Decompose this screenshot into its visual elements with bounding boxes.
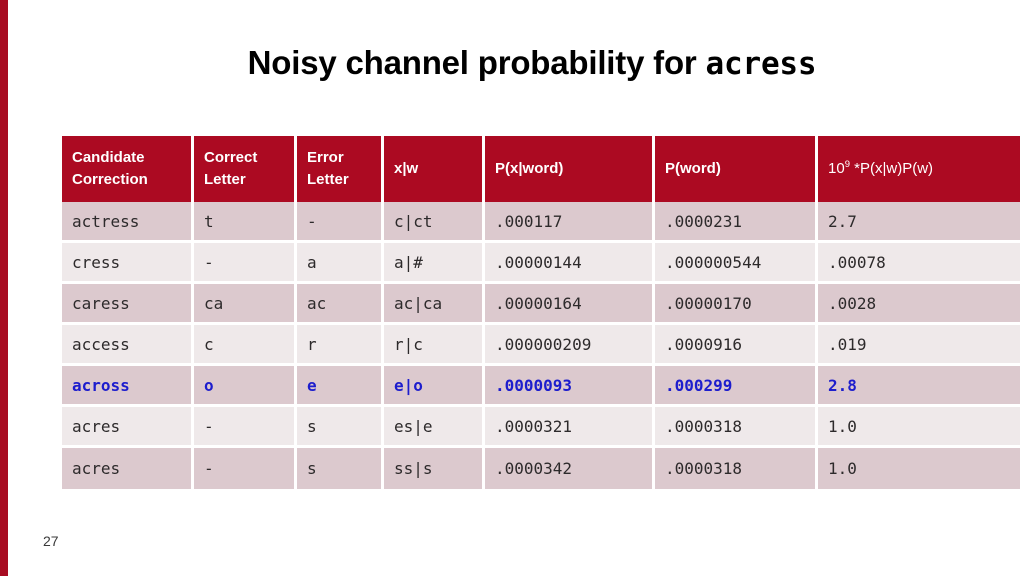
- column-header-line1: Correct: [204, 149, 258, 167]
- cell-candidate-correction: acres: [62, 407, 194, 448]
- column-header-correct-letter: Correct Letter: [194, 136, 297, 202]
- column-header-line2: Letter: [307, 171, 349, 188]
- cell-correct-letter: t: [194, 202, 297, 243]
- cell-p-word: .00000170: [655, 284, 818, 325]
- column-header-candidate-correction: Candidate Correction: [62, 136, 194, 202]
- cell-error-letter: s: [297, 407, 384, 448]
- cell-x-given-w: ss|s: [384, 448, 485, 489]
- cell-p-x-given-word: .00000164: [485, 284, 655, 325]
- cell-error-letter: s: [297, 448, 384, 489]
- cell-scaled-product: 1.0: [818, 407, 1020, 448]
- cell-candidate-correction: actress: [62, 202, 194, 243]
- scaled-product-rest: *P(x|w)P(w): [849, 160, 934, 178]
- column-header-line1: x|w: [394, 160, 419, 178]
- cell-x-given-w: es|e: [384, 407, 485, 448]
- column-header-p-word: P(word): [655, 136, 818, 202]
- cell-error-letter: ac: [297, 284, 384, 325]
- page-title-word: acress: [705, 46, 817, 82]
- cell-correct-letter: -: [194, 243, 297, 284]
- cell-correct-letter: -: [194, 407, 297, 448]
- cell-x-given-w: e|o: [384, 366, 485, 407]
- cell-scaled-product: 1.0: [818, 448, 1020, 489]
- column-header-x-given-w: x|w: [384, 136, 485, 202]
- cell-scaled-product: .0028: [818, 284, 1020, 325]
- cell-scaled-product: .019: [818, 325, 1020, 366]
- column-header-line2: Letter: [204, 171, 246, 188]
- column-header-line1: Candidate: [72, 149, 145, 167]
- page-title-prefix: Noisy channel probability for: [247, 44, 706, 81]
- cell-scaled-product: 2.7: [818, 202, 1020, 243]
- cell-x-given-w: a|#: [384, 243, 485, 284]
- column-header-line2: Correction: [72, 171, 148, 188]
- cell-p-x-given-word: .0000342: [485, 448, 655, 489]
- page-number: 27: [43, 533, 59, 549]
- cell-candidate-correction: access: [62, 325, 194, 366]
- cell-p-word: .000000544: [655, 243, 818, 284]
- cell-p-x-given-word: .00000144: [485, 243, 655, 284]
- table-row: cress - a a|# .00000144.000000544.00078: [62, 243, 1020, 284]
- cell-x-given-w: ac|ca: [384, 284, 485, 325]
- cell-x-given-w: r|c: [384, 325, 485, 366]
- noisy-channel-table: Candidate Correction Correct Letter Erro…: [62, 136, 1020, 489]
- cell-p-word: .0000231: [655, 202, 818, 243]
- slide-accent-bar: [0, 0, 8, 576]
- cell-candidate-correction: across: [62, 366, 194, 407]
- cell-error-letter: -: [297, 202, 384, 243]
- table-row: access c r r|c .000000209.0000916.019: [62, 325, 1020, 366]
- slide-canvas: Noisy channel probability for acress Can…: [0, 0, 1024, 576]
- cell-error-letter: a: [297, 243, 384, 284]
- column-header-p-x-given-word: P(x|word): [485, 136, 655, 202]
- scaled-product-base: 10: [828, 160, 845, 178]
- cell-correct-letter: c: [194, 325, 297, 366]
- cell-candidate-correction: cress: [62, 243, 194, 284]
- table-row: across o e e|o .0000093.000299 2.8: [62, 366, 1020, 407]
- cell-error-letter: e: [297, 366, 384, 407]
- cell-p-word: .0000318: [655, 407, 818, 448]
- table-header: Candidate Correction Correct Letter Erro…: [62, 136, 1020, 202]
- table-row: actress t - c|ct .000117.0000231 2.7: [62, 202, 1020, 243]
- cell-correct-letter: ca: [194, 284, 297, 325]
- cell-p-x-given-word: .0000093: [485, 366, 655, 407]
- table-row: acres - s es|e .0000321.0000318 1.0: [62, 407, 1020, 448]
- cell-p-x-given-word: .0000321: [485, 407, 655, 448]
- column-header-line1: P(x|word): [495, 160, 564, 178]
- column-header-error-letter: Error Letter: [297, 136, 384, 202]
- cell-p-word: .0000916: [655, 325, 818, 366]
- cell-candidate-correction: caress: [62, 284, 194, 325]
- cell-candidate-correction: acres: [62, 448, 194, 489]
- column-header-line1: Error: [307, 149, 344, 167]
- page-title: Noisy channel probability for acress: [62, 44, 1002, 92]
- column-header-scaled-product: 109 *P(x|w)P(w): [818, 136, 1020, 202]
- cell-x-given-w: c|ct: [384, 202, 485, 243]
- cell-p-word: .0000318: [655, 448, 818, 489]
- cell-scaled-product: 2.8: [818, 366, 1020, 407]
- column-header-line1: P(word): [665, 160, 721, 178]
- table-header-row: Candidate Correction Correct Letter Erro…: [62, 136, 1020, 202]
- cell-correct-letter: o: [194, 366, 297, 407]
- cell-p-x-given-word: .000000209: [485, 325, 655, 366]
- column-header-line1: 109 *P(x|w)P(w): [828, 158, 1020, 180]
- cell-p-x-given-word: .000117: [485, 202, 655, 243]
- cell-correct-letter: -: [194, 448, 297, 489]
- cell-p-word: .000299: [655, 366, 818, 407]
- table-row: acres - s ss|s .0000342.0000318 1.0: [62, 448, 1020, 489]
- cell-scaled-product: .00078: [818, 243, 1020, 284]
- table-body: actress t - c|ct .000117.0000231 2.7 cress - a a|…: [62, 202, 1020, 489]
- table-row: caress ca ac ac|ca .00000164.00000170.0028: [62, 284, 1020, 325]
- cell-error-letter: r: [297, 325, 384, 366]
